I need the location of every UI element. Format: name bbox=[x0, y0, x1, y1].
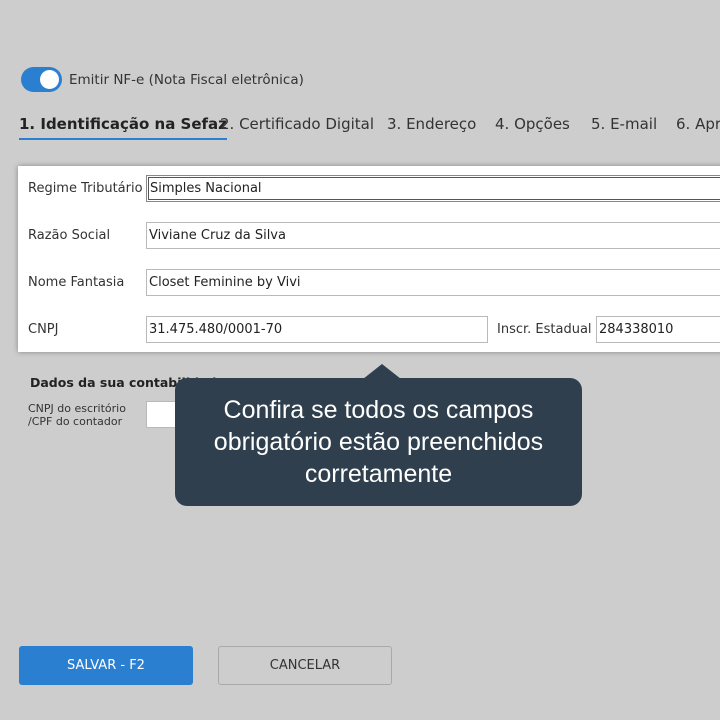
accounting-cnpj-label-line2: /CPF do contador bbox=[28, 415, 123, 428]
tooltip-text: Confira se todos os campos obrigatório e… bbox=[189, 394, 569, 490]
cnpj-input[interactable]: 31.475.480/0001-70 bbox=[146, 315, 488, 343]
razao-social-label: Razão Social bbox=[28, 227, 111, 243]
tab-email[interactable]: 5. E-mail bbox=[591, 115, 657, 138]
inscr-estadual-label: Inscr. Estadual bbox=[497, 321, 592, 337]
tab-certificado-digital[interactable]: 2. Certificado Digital bbox=[220, 115, 374, 138]
toggle-knob bbox=[40, 70, 59, 89]
tooltip-line-1: Confira se todos os campos bbox=[223, 396, 534, 424]
nfe-toggle-switch[interactable] bbox=[21, 67, 62, 92]
nome-fantasia-label: Nome Fantasia bbox=[28, 274, 125, 290]
tooltip-line-2: obrigatório estão preenchidos bbox=[213, 428, 544, 456]
tab-endereco[interactable]: 3. Endereço bbox=[387, 115, 476, 138]
nfe-toggle-row: Emitir NF-e (Nota Fiscal eletrônica) bbox=[21, 67, 304, 92]
tooltip-arrow bbox=[363, 364, 401, 379]
tooltip-line-3: corretamente bbox=[304, 460, 453, 488]
regime-select[interactable]: Simples Nacional bbox=[146, 174, 720, 202]
tab-identificacao-sefaz[interactable]: 1. Identificação na Sefaz bbox=[19, 115, 227, 140]
nfe-toggle-label: Emitir NF-e (Nota Fiscal eletrônica) bbox=[69, 71, 304, 88]
save-button[interactable]: SALVAR - F2 bbox=[19, 646, 193, 685]
razao-social-input[interactable]: Viviane Cruz da Silva bbox=[146, 221, 720, 249]
cancel-button[interactable]: CANCELAR bbox=[218, 646, 392, 685]
hint-tooltip: Confira se todos os campos obrigatório e… bbox=[175, 378, 582, 506]
identification-form: Regime Tributário Simples Nacional Razão… bbox=[18, 166, 720, 352]
regime-label: Regime Tributário bbox=[28, 180, 143, 196]
accounting-cnpj-label-line1: CNPJ do escritório bbox=[28, 402, 126, 415]
cnpj-label: CNPJ bbox=[28, 321, 59, 337]
accounting-cnpj-label: CNPJ do escritório /CPF do contador bbox=[28, 402, 126, 428]
tab-aprovacao[interactable]: 6. Apro bbox=[676, 115, 720, 138]
nome-fantasia-input[interactable]: Closet Feminine by Vivi bbox=[146, 268, 720, 296]
inscr-estadual-input[interactable]: 284338010 bbox=[596, 315, 720, 343]
tab-opcoes[interactable]: 4. Opções bbox=[495, 115, 570, 138]
